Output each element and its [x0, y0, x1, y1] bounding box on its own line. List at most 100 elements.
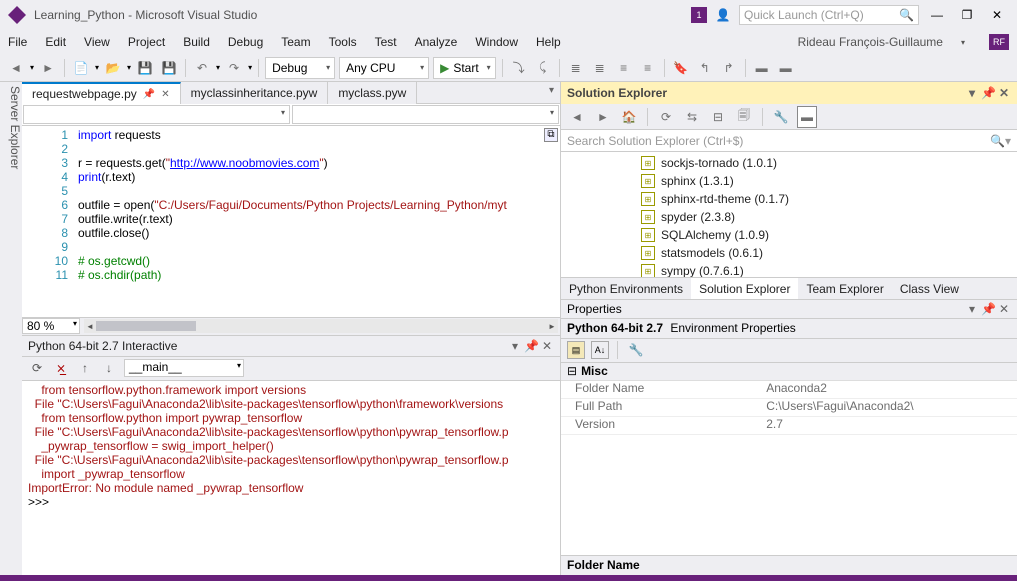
undo-button[interactable]: ↶ — [192, 57, 212, 79]
menu-view[interactable]: View — [84, 35, 110, 49]
menu-file[interactable]: File — [8, 35, 27, 49]
interactive-output[interactable]: from tensorflow.python.framework import … — [22, 381, 560, 576]
menu-window[interactable]: Window — [475, 35, 518, 49]
tool-5[interactable]: ▬ — [752, 57, 772, 79]
panel-tab[interactable]: Team Explorer — [798, 278, 891, 300]
expand-icon[interactable]: ⧉ — [544, 128, 558, 142]
tab-1[interactable]: myclassinheritance.pyw — [181, 82, 329, 104]
server-explorer-sidebar[interactable]: Server Explorer — [0, 82, 22, 575]
menu-test[interactable]: Test — [375, 35, 397, 49]
menu-tools[interactable]: Tools — [329, 35, 357, 49]
save-button[interactable]: 💾 — [135, 57, 155, 79]
menu-edit[interactable]: Edit — [45, 35, 66, 49]
clear-button[interactable]: ⨯̲ — [52, 359, 70, 377]
property-row[interactable]: Version2.7 — [561, 417, 1017, 435]
dropdown-icon[interactable]: ▾ — [965, 86, 979, 100]
back-button[interactable]: ◄ — [6, 57, 26, 79]
solution-search-input[interactable]: Search Solution Explorer (Ctrl+$) 🔍▾ — [561, 130, 1017, 152]
close-icon[interactable]: ✕ — [997, 302, 1011, 316]
back-icon[interactable]: ◄ — [567, 106, 587, 128]
tab-overflow-icon[interactable]: ▾ — [543, 82, 560, 103]
property-pages-icon[interactable]: 🔧 — [626, 339, 646, 361]
horizontal-scrollbar[interactable]: ◄► — [84, 319, 558, 333]
quick-launch-input[interactable]: Quick Launch (Ctrl+Q) 🔍 — [739, 5, 919, 25]
platform-select[interactable]: Any CPU — [339, 57, 429, 79]
forward-button[interactable]: ► — [38, 57, 58, 79]
scope-select[interactable]: __main__ — [124, 359, 244, 377]
config-select[interactable]: Debug — [265, 57, 335, 79]
forward-icon[interactable]: ► — [593, 106, 613, 128]
bookmark-icon[interactable]: 🔖 — [671, 57, 691, 79]
nav-scope-select[interactable] — [23, 105, 290, 124]
start-button[interactable]: ▶Start — [433, 57, 496, 79]
panel-tab[interactable]: Solution Explorer — [691, 278, 798, 300]
new-project-button[interactable]: 📄 — [71, 57, 91, 79]
step-into-button[interactable]: ⤵ — [509, 57, 529, 79]
step-over-button[interactable]: ⤹ — [533, 57, 553, 79]
close-icon[interactable]: ✕ — [997, 86, 1011, 100]
package-item[interactable]: ⊞sphinx-rtd-theme (0.1.7) — [561, 190, 1017, 208]
restore-button[interactable]: ❐ — [955, 5, 979, 25]
package-item[interactable]: ⊞sympy (0.7.6.1) — [561, 262, 1017, 277]
tab-active[interactable]: requestwebpage.py📌✕ — [22, 82, 181, 104]
pin-icon[interactable]: 📌 — [981, 86, 995, 100]
package-item[interactable]: ⊞statsmodels (0.6.1) — [561, 244, 1017, 262]
next-bookmark-icon[interactable]: ↱ — [719, 57, 739, 79]
property-row[interactable]: Folder NameAnaconda2 — [561, 381, 1017, 399]
categorized-button[interactable]: ▤ — [567, 341, 585, 359]
menu-team[interactable]: Team — [281, 35, 310, 49]
pin-icon[interactable]: 📌 — [524, 339, 538, 353]
feedback-icon[interactable]: 👤 — [713, 4, 733, 26]
menu-debug[interactable]: Debug — [228, 35, 263, 49]
code-editor[interactable]: 1234567891011 import requestsr = request… — [22, 126, 560, 317]
save-all-button[interactable]: 💾 — [159, 57, 179, 79]
history-down-button[interactable]: ↓ — [100, 359, 118, 377]
package-item[interactable]: ⊞SQLAlchemy (1.0.9) — [561, 226, 1017, 244]
redo-button[interactable]: ↷ — [224, 57, 244, 79]
solution-explorer-header[interactable]: Solution Explorer ▾📌✕ — [561, 82, 1017, 104]
property-category[interactable]: Misc — [561, 363, 1017, 381]
nav-member-select[interactable] — [292, 105, 559, 124]
zoom-select[interactable]: 80 % — [22, 318, 80, 334]
user-avatar[interactable]: RF — [989, 34, 1009, 50]
panel-tab[interactable]: Python Environments — [561, 278, 691, 300]
collapse-icon[interactable]: ⊟ — [708, 106, 728, 128]
preview-icon[interactable]: ▬ — [797, 106, 817, 128]
dropdown-icon[interactable]: ▾ — [965, 302, 979, 316]
reset-button[interactable]: ⟳ — [28, 359, 46, 377]
tool-1[interactable]: ≣ — [566, 57, 586, 79]
properties-icon[interactable]: 🔧 — [771, 106, 791, 128]
tool-3[interactable]: ≡ — [614, 57, 634, 79]
tab-2[interactable]: myclass.pyw — [328, 82, 417, 104]
pin-icon[interactable]: 📌 — [981, 302, 995, 316]
alphabetical-button[interactable]: A↓ — [591, 341, 609, 359]
close-icon[interactable]: ✕ — [540, 339, 554, 353]
interactive-panel-header[interactable]: Python 64-bit 2.7 Interactive ▾📌✕ — [22, 335, 560, 357]
close-tab-icon[interactable]: ✕ — [161, 89, 169, 100]
tool-2[interactable]: ≣ — [590, 57, 610, 79]
pin-icon[interactable]: 📌 — [143, 89, 155, 100]
open-file-button[interactable]: 📂 — [103, 57, 123, 79]
refresh-icon[interactable]: ⟳ — [656, 106, 676, 128]
notification-flag[interactable]: 1 — [691, 7, 707, 23]
user-name[interactable]: Rideau François-Guillaume — [798, 35, 943, 49]
tool-4[interactable]: ≡ — [638, 57, 658, 79]
close-button[interactable]: ✕ — [985, 5, 1009, 25]
prev-bookmark-icon[interactable]: ↰ — [695, 57, 715, 79]
minimize-button[interactable]: — — [925, 5, 949, 25]
home-icon[interactable]: 🏠 — [619, 106, 639, 128]
package-item[interactable]: ⊞sphinx (1.3.1) — [561, 172, 1017, 190]
panel-tab[interactable]: Class View — [892, 278, 967, 300]
history-up-button[interactable]: ↑ — [76, 359, 94, 377]
properties-header[interactable]: Properties ▾📌✕ — [561, 299, 1017, 319]
menu-help[interactable]: Help — [536, 35, 561, 49]
user-dropdown-icon[interactable]: ▾ — [961, 38, 965, 47]
menu-build[interactable]: Build — [183, 35, 210, 49]
menu-project[interactable]: Project — [128, 35, 165, 49]
show-all-icon[interactable]: 🗐 — [734, 106, 754, 128]
solution-tree[interactable]: ⊞sockjs-tornado (1.0.1)⊞sphinx (1.3.1)⊞s… — [561, 152, 1017, 277]
sync-icon[interactable]: ⇆ — [682, 106, 702, 128]
dropdown-icon[interactable]: ▾ — [508, 339, 522, 353]
property-row[interactable]: Full PathC:\Users\Fagui\Anaconda2\ — [561, 399, 1017, 417]
tool-6[interactable]: ▬ — [776, 57, 796, 79]
